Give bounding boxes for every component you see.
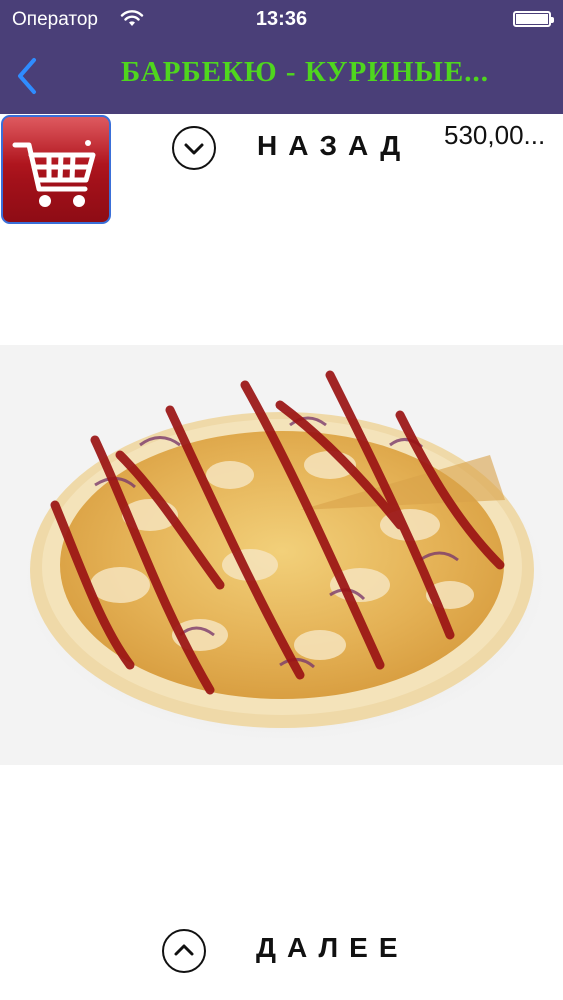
shopping-cart-icon xyxy=(12,140,96,207)
back-button[interactable] xyxy=(12,56,48,96)
clock: 13:36 xyxy=(255,8,308,30)
price-label: 530,00... xyxy=(444,120,546,150)
chevron-up-circle-icon xyxy=(174,944,194,956)
status-bar: Оператор 13:36 xyxy=(0,0,563,40)
chevron-down-circle-icon xyxy=(184,143,204,155)
page-title: БАРБЕКЮ - КУРИНЫЕ... xyxy=(121,56,489,88)
next-label[interactable]: ДАЛЕЕ xyxy=(256,932,409,964)
battery-icon xyxy=(513,11,554,27)
chevron-left-icon xyxy=(18,58,36,94)
navigation-bar: БАРБЕКЮ - КУРИНЫЕ... xyxy=(0,40,563,114)
add-to-cart-button[interactable] xyxy=(1,115,111,224)
previous-button[interactable] xyxy=(172,126,216,170)
previous-label[interactable]: НАЗАД xyxy=(257,130,411,162)
product-image xyxy=(0,345,563,765)
pizza-image xyxy=(25,370,545,740)
next-button[interactable] xyxy=(162,929,206,973)
